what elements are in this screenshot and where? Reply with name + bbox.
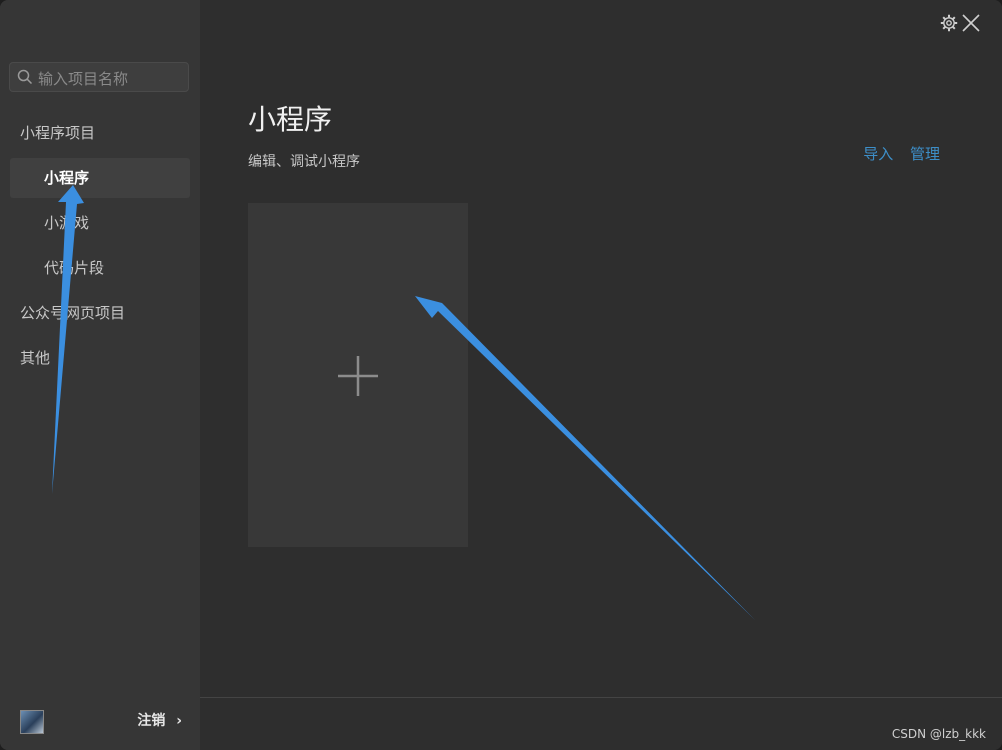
logout-label: 注销: [137, 713, 166, 729]
sidebar-group-miniprogram-projects[interactable]: 小程序项目: [10, 113, 190, 153]
search-input-placeholder[interactable]: 输入项目名称: [38, 68, 128, 89]
app-window: 输入项目名称 小程序项目 小程序 小游戏 代码片段 公众号网页项目 其他 注销 …: [0, 0, 1002, 750]
header-actions: 导入 管理: [851, 143, 940, 164]
import-link[interactable]: 导入: [863, 145, 893, 163]
page-subtitle: 编辑、调试小程序: [248, 154, 360, 170]
new-project-card[interactable]: [248, 203, 468, 547]
search-box[interactable]: 输入项目名称: [9, 62, 189, 92]
sidebar-item-miniprogram[interactable]: 小程序: [10, 158, 190, 198]
sidebar-footer: 注销 ›: [0, 698, 200, 750]
sidebar-group-other[interactable]: 其他: [10, 338, 190, 378]
gear-icon[interactable]: [940, 14, 958, 32]
sidebar-item-minigame[interactable]: 小游戏: [10, 203, 190, 243]
sidebar-group-official-account-web[interactable]: 公众号网页项目: [10, 293, 190, 333]
search-icon: [17, 69, 33, 85]
sidebar-item-code-snippets[interactable]: 代码片段: [10, 248, 190, 288]
plus-icon: [338, 356, 378, 396]
sidebar: 输入项目名称 小程序项目 小程序 小游戏 代码片段 公众号网页项目 其他 注销 …: [0, 0, 200, 750]
logout-button[interactable]: 注销 ›: [137, 710, 182, 730]
main-panel: 小程序 编辑、调试小程序 导入 管理 CSDN @lzb_kkk: [200, 0, 1002, 750]
close-icon[interactable]: [960, 12, 982, 34]
avatar[interactable]: [20, 710, 44, 734]
chevron-right-icon: ›: [176, 713, 182, 729]
manage-link[interactable]: 管理: [910, 145, 940, 163]
main-footer: CSDN @lzb_kkk: [200, 697, 1002, 750]
watermark: CSDN @lzb_kkk: [891, 727, 986, 741]
page-title: 小程序: [248, 103, 333, 136]
